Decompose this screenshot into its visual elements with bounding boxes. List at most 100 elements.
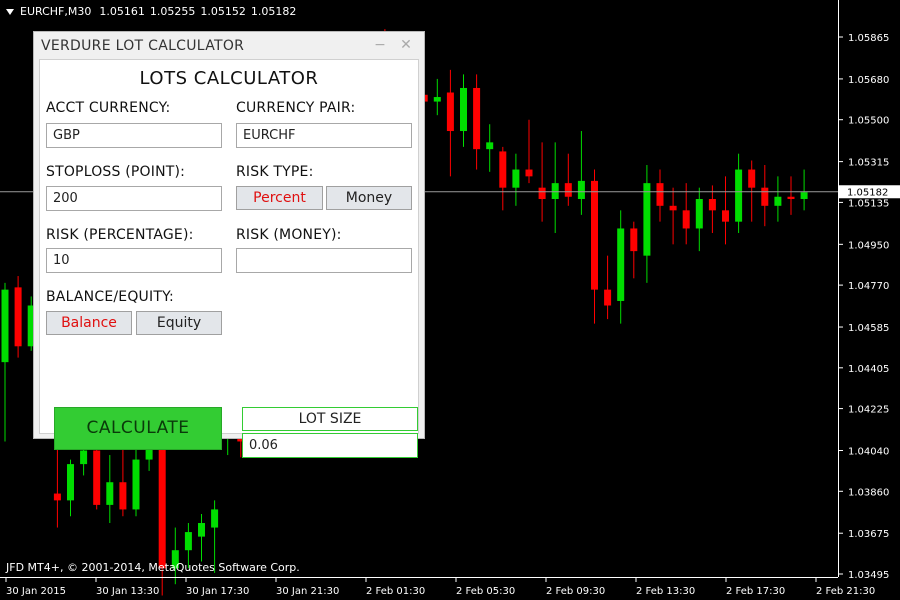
candle-body [93, 450, 101, 505]
equity-button[interactable]: Equity [136, 311, 222, 335]
risk-percentage-label: RISK (PERCENTAGE): [46, 227, 194, 243]
calculator-heading: LOTS CALCULATOR [139, 68, 319, 89]
candle-body [695, 199, 703, 229]
candle-body [538, 187, 546, 200]
x-tick-label: 30 Jan 17:30 [186, 586, 249, 597]
price-axis: 1.05865 1.05680 1.05500 1.05315 1.05135 1.049… [838, 33, 889, 581]
risk-type-percent-button[interactable]: Percent [236, 186, 323, 210]
y-tick-label: 1.04770 [848, 281, 889, 292]
candle-body [446, 92, 454, 132]
candle-body [748, 169, 756, 188]
candle-body [1, 289, 9, 363]
risk-money-field[interactable] [236, 248, 412, 273]
lot-size-value: 0.06 [242, 433, 418, 458]
y-tick-label: 1.04950 [848, 240, 889, 251]
candle-body [198, 523, 205, 537]
y-tick-label: 1.04040 [848, 447, 889, 458]
chart-symbol: EURCHF,M30 [20, 5, 92, 18]
y-tick-label: 1.05315 [848, 158, 889, 169]
y-tick-label: 1.04225 [848, 405, 889, 416]
candle-body [132, 459, 140, 510]
balance-equity-label: BALANCE/EQUITY: [46, 289, 174, 305]
x-tick-label: 2 Feb 09:30 [546, 586, 605, 597]
candle-body [473, 87, 481, 150]
close-icon[interactable]: ✕ [398, 37, 414, 53]
current-price-badge: 1.05182 [839, 185, 900, 199]
candle-body [512, 169, 520, 188]
copyright-text: JFD MT4+, © 2001-2014, MetaQuotes Softwa… [6, 561, 300, 574]
y-tick-label: 1.05865 [848, 33, 889, 44]
candle-body [604, 289, 612, 306]
risk-type-label: RISK TYPE: [236, 164, 314, 180]
candle-body [774, 196, 782, 206]
quote-open: 1.05161 [99, 5, 145, 18]
y-tick-label: 1.05680 [848, 75, 889, 86]
risk-percentage-field[interactable]: 10 [46, 248, 222, 273]
candle-body [682, 210, 690, 229]
candle-body [643, 183, 651, 256]
x-tick-label: 30 Jan 21:30 [276, 586, 339, 597]
currency-pair-field[interactable]: EURCHF [236, 123, 412, 148]
y-tick-label: 1.03495 [848, 570, 889, 581]
candle-body [656, 183, 664, 206]
x-tick-label: 2 Feb 05:30 [456, 586, 515, 597]
candle-body [800, 192, 808, 200]
x-tick-label: 2 Feb 13:30 [636, 586, 695, 597]
y-tick-label: 1.05135 [848, 198, 889, 209]
balance-button[interactable]: Balance [46, 311, 132, 335]
candle-body [525, 169, 533, 177]
y-tick-label: 1.03675 [848, 529, 889, 540]
candle-body [617, 228, 625, 301]
panel-titlebar[interactable]: VERDURE LOT CALCULATOR − ✕ [34, 32, 424, 59]
y-tick-label: 1.05500 [848, 116, 889, 127]
time-axis: 30 Jan 2015 30 Jan 13:30 30 Jan 17:30 30 Ja… [5, 577, 875, 597]
candle-body [53, 493, 61, 501]
candle-body [577, 180, 585, 200]
x-tick-label: 30 Jan 2015 [6, 586, 66, 597]
candle-body [564, 183, 572, 197]
stoploss-label: STOPLOSS (POINT): [46, 164, 186, 180]
candle-body [211, 509, 219, 528]
candle-body [119, 482, 127, 510]
stoploss-field[interactable]: 200 [46, 186, 222, 211]
calculate-button[interactable]: CALCULATE [54, 407, 222, 450]
candle-body [708, 199, 716, 211]
current-price-label: 1.05182 [847, 187, 888, 198]
quote-high: 1.05255 [149, 5, 196, 18]
lot-size-label: LOT SIZE [242, 407, 418, 431]
candle-body [460, 87, 467, 132]
risk-type-money-button[interactable]: Money [326, 186, 412, 210]
candle-body [106, 482, 114, 505]
calculator-body: LOTS CALCULATOR ACCT CURRENCY: GBP CURRE… [39, 59, 419, 458]
candle-body [761, 187, 769, 206]
y-tick-label: 1.03860 [848, 487, 889, 498]
candle-body [722, 210, 729, 222]
candle-body [630, 228, 638, 252]
candle-body [591, 180, 598, 290]
y-tick-label: 1.04405 [848, 364, 889, 375]
candle-body [486, 142, 494, 150]
dropdown-arrow-icon[interactable] [6, 9, 14, 15]
quote-close: 1.05182 [250, 5, 297, 18]
x-tick-label: 2 Feb 01:30 [366, 586, 425, 597]
candle-body [669, 205, 677, 211]
candle-body [67, 464, 74, 501]
y-tick-label: 1.04585 [848, 323, 889, 334]
currency-pair-label: CURRENCY PAIR: [236, 100, 356, 116]
panel-title: VERDURE LOT CALCULATOR [41, 38, 245, 54]
acct-currency-label: ACCT CURRENCY: [46, 100, 171, 116]
candle-body [787, 196, 795, 200]
candle-body [499, 151, 507, 188]
minimize-icon[interactable]: − [372, 37, 388, 53]
x-tick-label: 2 Feb 21:30 [816, 586, 875, 597]
risk-money-label: RISK (MONEY): [236, 227, 342, 243]
candle-body [80, 450, 88, 465]
candle-body [735, 169, 743, 222]
candle-body [184, 532, 192, 551]
x-tick-label: 2 Feb 17:30 [726, 586, 785, 597]
candle-body [433, 97, 441, 102]
chart-symbol-header: EURCHF,M30 1.05161 1.05255 1.05152 1.05182 [6, 5, 301, 18]
acct-currency-field[interactable]: GBP [46, 123, 222, 148]
quote-low: 1.05152 [200, 5, 246, 18]
candle-body [14, 287, 22, 347]
